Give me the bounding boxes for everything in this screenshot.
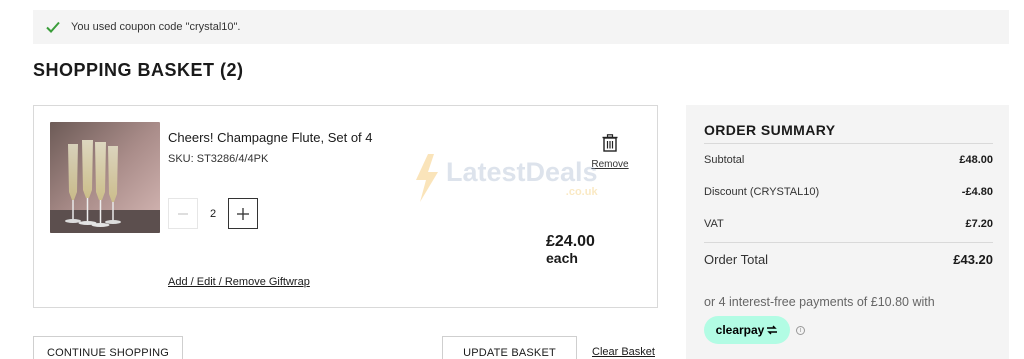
quantity-increase-button[interactable]	[228, 198, 258, 229]
pay-later-text: or 4 interest-free payments of £10.80 wi…	[704, 295, 935, 309]
update-basket-button[interactable]: UPDATE BASKET	[442, 336, 577, 359]
summary-label: VAT	[704, 218, 724, 230]
summary-label: Subtotal	[704, 154, 745, 166]
summary-value: £48.00	[959, 154, 993, 166]
clearpay-label: clearpay	[715, 323, 765, 337]
watermark-text: LatestDeals	[446, 156, 598, 187]
info-icon[interactable]: i	[796, 325, 805, 335]
plus-icon	[237, 207, 249, 220]
item-price: £24.00 each	[546, 233, 595, 267]
continue-shopping-button[interactable]: CONTINUE SHOPPING	[33, 336, 183, 359]
order-total-label: Order Total	[704, 252, 769, 267]
minus-icon	[178, 212, 188, 215]
basket-item: Cheers! Champagne Flute, Set of 4 SKU: S…	[33, 105, 658, 308]
trash-icon	[602, 134, 618, 152]
clearpay-badge: clearpay i	[704, 316, 805, 344]
order-total-row: Order Total £43.20	[704, 242, 993, 276]
order-total-value: £43.20	[953, 252, 993, 267]
giftwrap-link[interactable]: Add / Edit / Remove Giftwrap	[168, 276, 310, 288]
coupon-notice: You used coupon code "crystal10".	[33, 10, 1009, 44]
clear-basket-link[interactable]: Clear Basket	[592, 346, 655, 358]
coupon-message: You used coupon code "crystal10".	[71, 21, 241, 33]
summary-value: £7.20	[965, 218, 993, 230]
summary-row-discount: Discount (CRYSTAL10) -£4.80	[704, 176, 993, 208]
page-title: SHOPPING BASKET (2)	[33, 60, 244, 80]
summary-title: ORDER SUMMARY	[704, 122, 836, 138]
quantity-input[interactable]: 2	[202, 198, 224, 229]
product-image[interactable]	[50, 122, 160, 233]
lightning-logo	[416, 154, 438, 202]
checkmark-icon	[46, 21, 60, 33]
clearpay-arrows-icon	[767, 325, 778, 335]
summary-rows: Subtotal £48.00 Discount (CRYSTAL10) -£4…	[704, 143, 993, 240]
watermark: LatestDeals .co.uk	[414, 154, 598, 202]
quantity-decrease-button[interactable]	[168, 198, 198, 229]
summary-value: -£4.80	[961, 186, 993, 198]
order-summary: ORDER SUMMARY Subtotal £48.00 Discount (…	[686, 105, 1009, 359]
product-sku: SKU: ST3286/4/4PK	[168, 153, 269, 165]
price-value: £24.00	[546, 233, 595, 250]
watermark-sub: .co.uk	[565, 185, 598, 198]
product-name[interactable]: Cheers! Champagne Flute, Set of 4	[168, 130, 373, 145]
summary-row-subtotal: Subtotal £48.00	[704, 144, 993, 176]
summary-row-vat: VAT £7.20	[704, 208, 993, 240]
summary-label: Discount (CRYSTAL10)	[704, 186, 820, 198]
clearpay-logo[interactable]: clearpay	[704, 316, 790, 344]
price-unit: each	[546, 250, 578, 266]
